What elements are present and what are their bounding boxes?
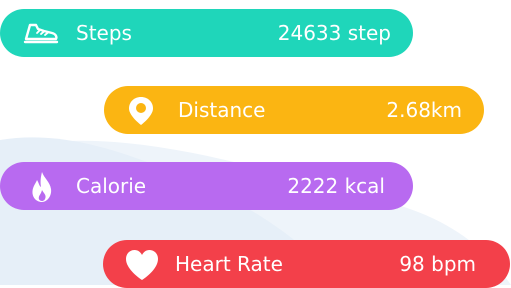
location-pin-icon — [126, 95, 156, 127]
heart-rate-label: Heart Rate — [175, 252, 283, 276]
flame-icon — [28, 170, 56, 204]
calorie-value: 2222 kcal — [287, 174, 385, 198]
heart-icon — [123, 248, 161, 282]
steps-card[interactable]: Steps 24633 step — [0, 9, 413, 57]
steps-label: Steps — [76, 21, 132, 45]
steps-value: 24633 step — [277, 21, 391, 45]
heart-rate-card[interactable]: Heart Rate 98 bpm — [103, 240, 510, 288]
calorie-label: Calorie — [76, 174, 147, 198]
heart-rate-value: 98 bpm — [399, 252, 476, 276]
calorie-card[interactable]: Calorie 2222 kcal — [0, 162, 413, 210]
distance-card[interactable]: Distance 2.68km — [104, 86, 484, 134]
sneaker-icon — [22, 19, 60, 47]
distance-label: Distance — [178, 98, 266, 122]
distance-value: 2.68km — [386, 98, 462, 122]
